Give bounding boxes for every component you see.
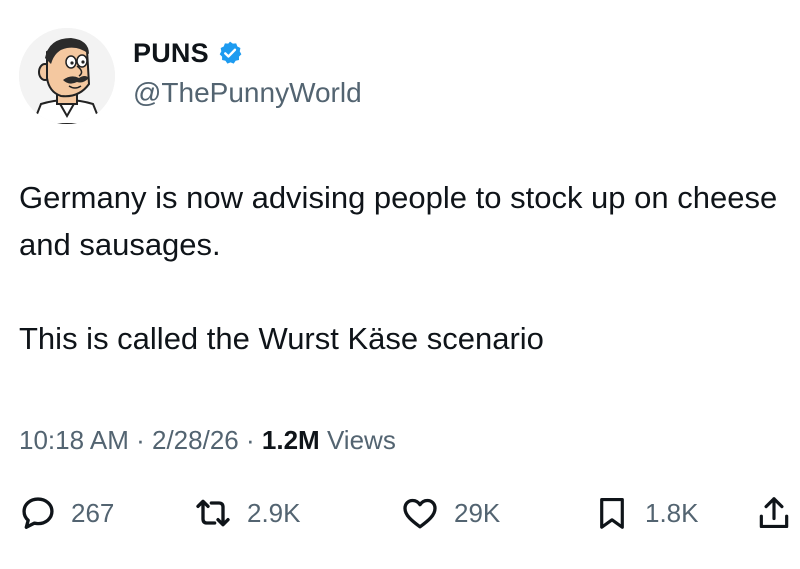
- action-bar: 267 2.9K 29K 1.8K: [19, 488, 799, 538]
- reply-button[interactable]: 267: [19, 488, 114, 538]
- verified-badge-icon[interactable]: [217, 40, 243, 66]
- tweet-text: Germany is now advising people to stock …: [19, 174, 789, 362]
- views-label: Views: [326, 425, 396, 455]
- like-button[interactable]: 29K: [400, 488, 500, 538]
- bookmark-icon: [593, 494, 631, 532]
- bookmark-count: 1.8K: [645, 497, 699, 528]
- meta-separator: ·: [136, 425, 145, 455]
- retweet-button[interactable]: 2.9K: [193, 488, 301, 538]
- like-count: 29K: [454, 497, 501, 528]
- share-button[interactable]: [755, 488, 793, 538]
- tweet-meta: 10:18 AM · 2/28/26 · 1.2M Views: [19, 422, 396, 458]
- tweet-paragraph: This is called the Wurst Käse scenario: [19, 321, 544, 356]
- tweet-time[interactable]: 10:18 AM: [19, 425, 129, 455]
- views-count: 1.2M: [261, 425, 320, 455]
- display-name[interactable]: PUNS: [133, 36, 209, 70]
- avatar[interactable]: [19, 28, 115, 124]
- tweet-paragraph: Germany is now advising people to stock …: [19, 180, 778, 262]
- reply-icon: [19, 494, 57, 532]
- retweet-icon: [193, 493, 233, 533]
- reply-count: 267: [71, 497, 115, 528]
- tweet-date[interactable]: 2/28/26: [152, 425, 239, 455]
- user-handle[interactable]: @ThePunnyWorld: [133, 76, 362, 110]
- author-name-row: PUNS: [133, 36, 243, 70]
- heart-icon: [400, 493, 440, 533]
- meta-separator: ·: [245, 425, 255, 455]
- retweet-count: 2.9K: [247, 497, 301, 528]
- avatar-image: [19, 28, 115, 124]
- share-icon: [755, 494, 793, 532]
- bookmark-button[interactable]: 1.8K: [593, 488, 699, 538]
